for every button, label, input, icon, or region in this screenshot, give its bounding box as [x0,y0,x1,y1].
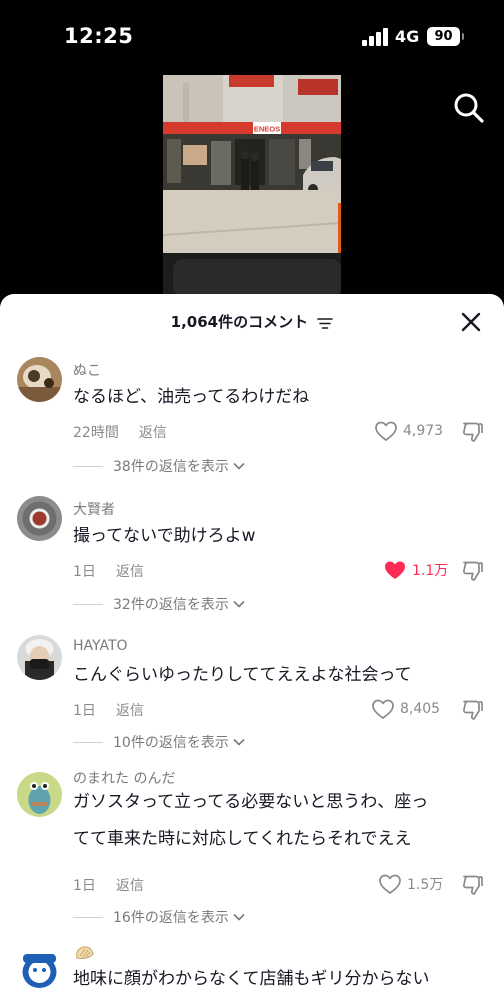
avatar[interactable] [17,496,62,541]
comment-time: 1日 [73,703,96,719]
reply-button[interactable]: 返信 [139,425,167,441]
comment-time: 1日 [73,878,96,894]
like-button[interactable]: 8,405 [371,698,440,720]
view-replies-button[interactable]: 38件の返信を表示 [73,456,246,476]
comment-line: ガソスタって立ってる必要ないと思うわ、座っ [73,792,429,812]
view-replies-button[interactable]: 10件の返信を表示 [73,732,246,752]
comment-meta: 22時間 返信 [73,422,167,442]
dislike-button[interactable] [461,873,485,897]
comment-meta: 1日 返信 [73,875,144,895]
divider [73,916,103,918]
comment-meta: 1日 返信 [73,561,144,581]
comment-line: てて車来た時に対応してくれたらそれでええ [73,829,412,849]
heart-filled-icon [385,561,405,579]
dislike-button[interactable] [461,559,485,583]
like-button[interactable]: 1.1万 [383,559,448,581]
comment-username[interactable]: 大賢者 [73,499,115,519]
avatar[interactable] [17,772,62,817]
chevron-down-icon [233,462,245,470]
view-replies-label: 16件の返信を表示 [113,910,229,926]
search-icon [454,93,484,123]
divider [73,603,103,605]
avatar[interactable] [17,946,62,991]
video-frame: ENEOS [163,75,341,297]
view-replies-button[interactable]: 16件の返信を表示 [73,907,246,927]
chevron-down-icon [233,600,245,608]
cellular-signal-icon [362,28,388,46]
like-count: 1.5万 [407,877,444,893]
comment-time: 1日 [73,564,96,580]
reply-button[interactable]: 返信 [116,878,144,894]
thumbs-down-icon [463,875,483,895]
like-count: 1.1万 [412,563,449,579]
view-replies-label: 38件の返信を表示 [113,459,229,475]
comment-line: なるほど、油売ってるわけだね [73,387,310,407]
comments-sheet: 1,064件のコメント ぬこ なるほど、油売ってるわけだね 22時間 返信 4,9… [0,294,504,1000]
comments-header: 1,064件のコメント [0,294,504,350]
thumbs-down-icon [463,561,483,581]
comment-text: なるほど、油売ってるわけだね [73,380,493,414]
avatar[interactable] [17,357,62,402]
comment-line: 撮ってないで助けろよw [73,526,256,546]
search-button[interactable] [452,91,486,125]
comment-text: こんぐらいゆったりしててええよな社会って [73,658,493,692]
comment-username[interactable]: HAYATO [73,638,128,654]
battery-level: 90 [434,29,453,44]
avatar[interactable] [17,635,62,680]
comment-text: ガソスタって立ってる必要ないと思うわ、座っ てて車来た時に対応してくれたらそれで… [73,785,493,856]
dislike-button[interactable] [461,420,485,444]
reply-button[interactable]: 返信 [116,703,144,719]
comment-line: こんぐらいゆったりしててええよな社会って [73,665,412,685]
video-player[interactable]: ENEOS [163,75,341,297]
comment-text: 撮ってないで助けろよw [73,519,493,553]
heart-outline-icon [375,421,397,441]
heart-outline-icon [379,874,401,894]
badge-icon [76,946,94,959]
comment-line: 地味に顔がわからなくて店舗もギリ分からない [73,969,430,989]
comments-count-label: 1,064件のコメント [170,313,309,331]
view-replies-label: 32件の返信を表示 [113,597,229,613]
dislike-button[interactable] [461,698,485,722]
close-icon [461,312,481,332]
chevron-down-icon [233,738,245,746]
status-bar: 12:25 4G 90 [0,0,504,72]
store-sign: ENEOS [254,125,280,134]
comment-time: 22時間 [73,425,119,441]
sort-icon[interactable] [317,316,334,330]
like-button[interactable]: 4,973 [374,420,443,442]
thumbs-down-icon [463,422,483,442]
heart-outline-icon [372,699,394,719]
network-type: 4G [395,27,420,46]
comment-meta: 1日 返信 [73,700,144,720]
status-time: 12:25 [64,24,134,48]
chevron-down-icon [233,913,245,921]
like-button[interactable]: 1.5万 [378,873,443,895]
close-button[interactable] [459,310,483,334]
thumbs-down-icon [463,700,483,720]
view-replies-label: 10件の返信を表示 [113,735,229,751]
divider [73,465,103,467]
view-replies-button[interactable]: 32件の返信を表示 [73,594,246,614]
reply-button[interactable]: 返信 [116,564,144,580]
battery-icon: 90 [427,27,464,46]
like-count: 4,973 [403,423,444,439]
comment-text: 地味に顔がわからなくて店舗もギリ分からない [73,962,493,996]
comments-count-title: 1,064件のコメント [0,311,504,332]
like-count: 8,405 [400,701,441,717]
comment-username[interactable]: ぬこ [73,360,101,380]
divider [73,741,103,743]
